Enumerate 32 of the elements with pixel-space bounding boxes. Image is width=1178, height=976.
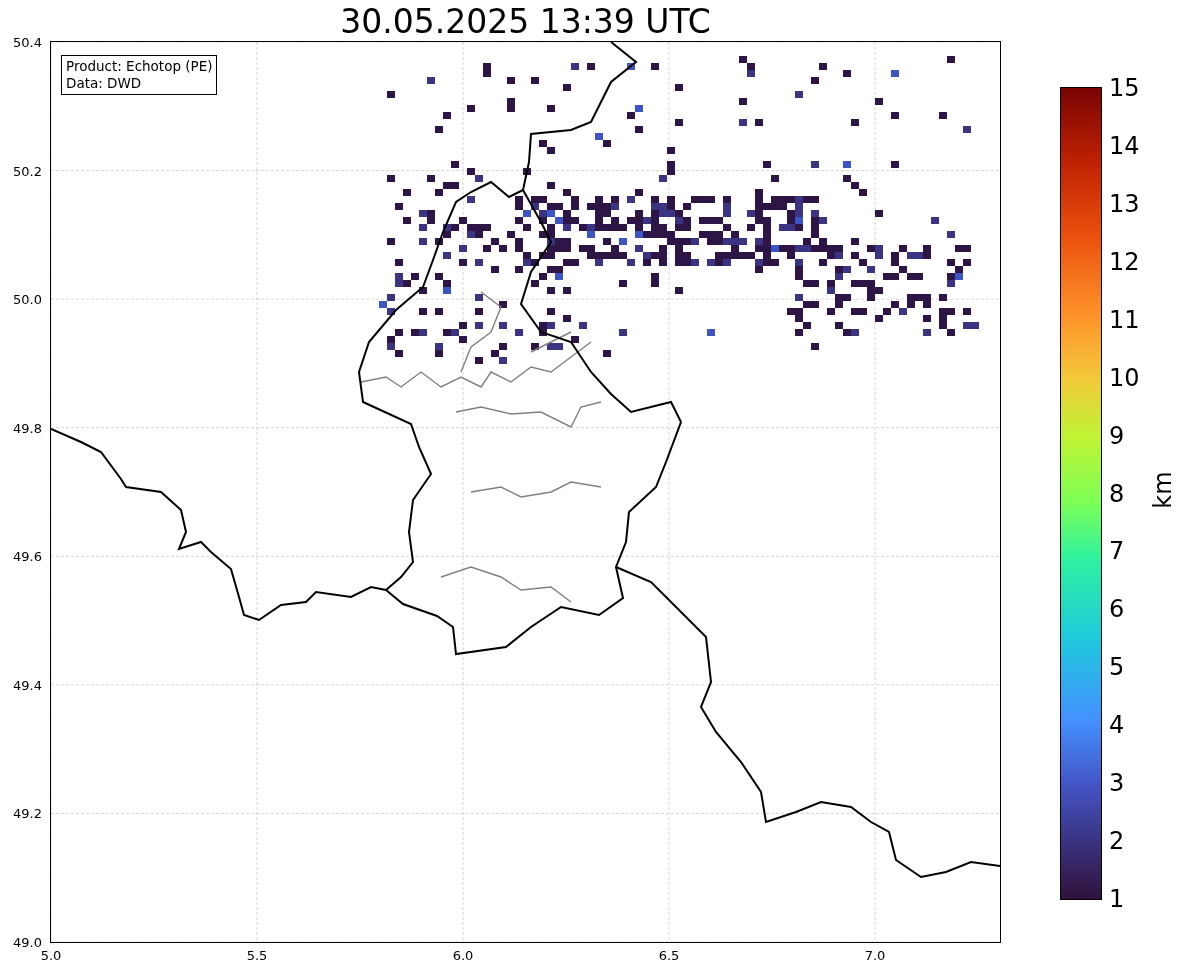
x-tick-label: 7.0: [864, 948, 886, 963]
y-tick-label: 49.2: [13, 805, 42, 821]
colorbar-label: km: [1149, 471, 1176, 509]
colorbar-tick-label: 5: [1109, 654, 1125, 681]
x-tick-label: 5.5: [246, 948, 268, 963]
x-tick-label: 6.5: [658, 948, 680, 963]
y-tick-label: 49.0: [13, 934, 42, 950]
colorbar-tick-label: 9: [1109, 422, 1125, 449]
colorbar-tick-label: 2: [1109, 828, 1125, 855]
colorbar-tick-label: 4: [1109, 712, 1125, 739]
colorbar-tick-label: 7: [1109, 538, 1125, 565]
colorbar-tick-label: 12: [1109, 248, 1140, 275]
colorbar-tick-label: 6: [1109, 596, 1125, 623]
y-tick-label: 49.6: [13, 548, 42, 564]
chart-title: 30.05.2025 13:39 UTC: [339, 2, 712, 42]
y-tick-label: 50.0: [13, 291, 42, 307]
colorbar-tick-label: 8: [1109, 480, 1125, 507]
colorbar-tick-label: 10: [1109, 364, 1140, 391]
colorbar-tick-label: 14: [1109, 132, 1140, 159]
y-tick-label: 50.2: [13, 163, 42, 179]
y-tick-label: 49.4: [13, 677, 42, 693]
colorbar-tick-label: 3: [1109, 770, 1125, 797]
colorbar-tick-label: 15: [1109, 75, 1140, 101]
colorbar-tick-label: 11: [1109, 306, 1140, 333]
x-tick-label: 5.0: [40, 948, 62, 963]
colorbar-tick-label: 1: [1109, 886, 1125, 912]
x-tick-label: 6.0: [452, 948, 474, 963]
legend-text: Data: DWD: [66, 75, 143, 92]
colorbar-tick-label: 13: [1109, 190, 1140, 217]
y-tick-label: 49.8: [13, 420, 42, 436]
y-tick-label: 50.4: [13, 34, 42, 50]
legend-text: Product: Echotop (PE): [66, 58, 213, 75]
